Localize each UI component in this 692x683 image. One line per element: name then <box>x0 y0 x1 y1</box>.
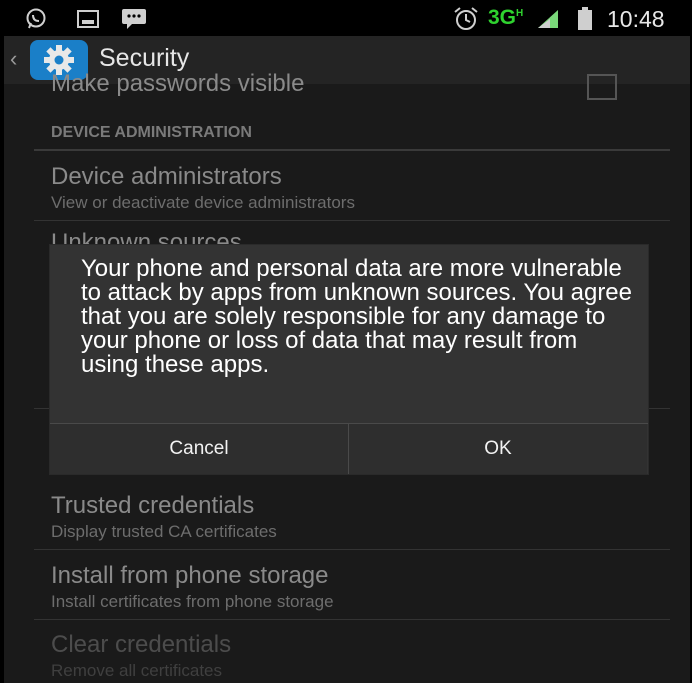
image-icon <box>77 10 99 28</box>
ok-button[interactable]: OK <box>349 424 647 474</box>
passwords-visible-checkbox[interactable] <box>587 74 617 100</box>
row-title: Make passwords visible <box>51 70 305 97</box>
row-subtitle: View or deactivate device administrators <box>51 193 355 212</box>
divider <box>34 619 670 620</box>
page-title: Security <box>99 44 190 72</box>
section-header: DEVICE ADMINISTRATION <box>51 124 252 141</box>
signal-icon <box>538 10 558 28</box>
divider <box>34 549 670 550</box>
row-subtitle: Display trusted CA certificates <box>51 522 277 541</box>
trusted-credentials-row[interactable]: Trusted credentials Display trusted CA c… <box>51 492 670 542</box>
row-title: Clear credentials <box>51 631 232 658</box>
whatsapp-icon <box>26 8 46 29</box>
row-title: Install from phone storage <box>51 562 329 589</box>
divider <box>34 149 670 151</box>
unknown-sources-warning-dialog: Your phone and personal data are more vu… <box>50 245 648 474</box>
message-icon <box>122 9 146 29</box>
clock: 10:48 <box>607 6 665 32</box>
back-chevron-icon[interactable]: ‹ <box>10 46 17 72</box>
phone-screen: 3GH 10:48 ‹ Security Make passwords visi… <box>4 0 690 683</box>
make-passwords-visible-row[interactable]: Make passwords visible <box>51 70 670 98</box>
dialog-message: Your phone and personal data are more vu… <box>81 255 633 378</box>
divider <box>34 220 670 221</box>
device-administrators-row[interactable]: Device administrators View or deactivate… <box>51 163 670 213</box>
install-from-storage-row[interactable]: Install from phone storage Install certi… <box>51 562 670 612</box>
clear-credentials-row: Clear credentials Remove all certificate… <box>51 631 670 681</box>
battery-icon <box>578 7 592 30</box>
cancel-button[interactable]: Cancel <box>50 424 349 474</box>
row-subtitle: Install certificates from phone storage <box>51 592 334 611</box>
network-type: 3GH <box>488 6 524 29</box>
row-title: Device administrators <box>51 163 282 190</box>
status-bar: 3GH 10:48 <box>4 0 690 36</box>
alarm-icon <box>454 7 478 30</box>
row-title: Trusted credentials <box>51 492 255 519</box>
row-subtitle: Remove all certificates <box>51 661 223 680</box>
